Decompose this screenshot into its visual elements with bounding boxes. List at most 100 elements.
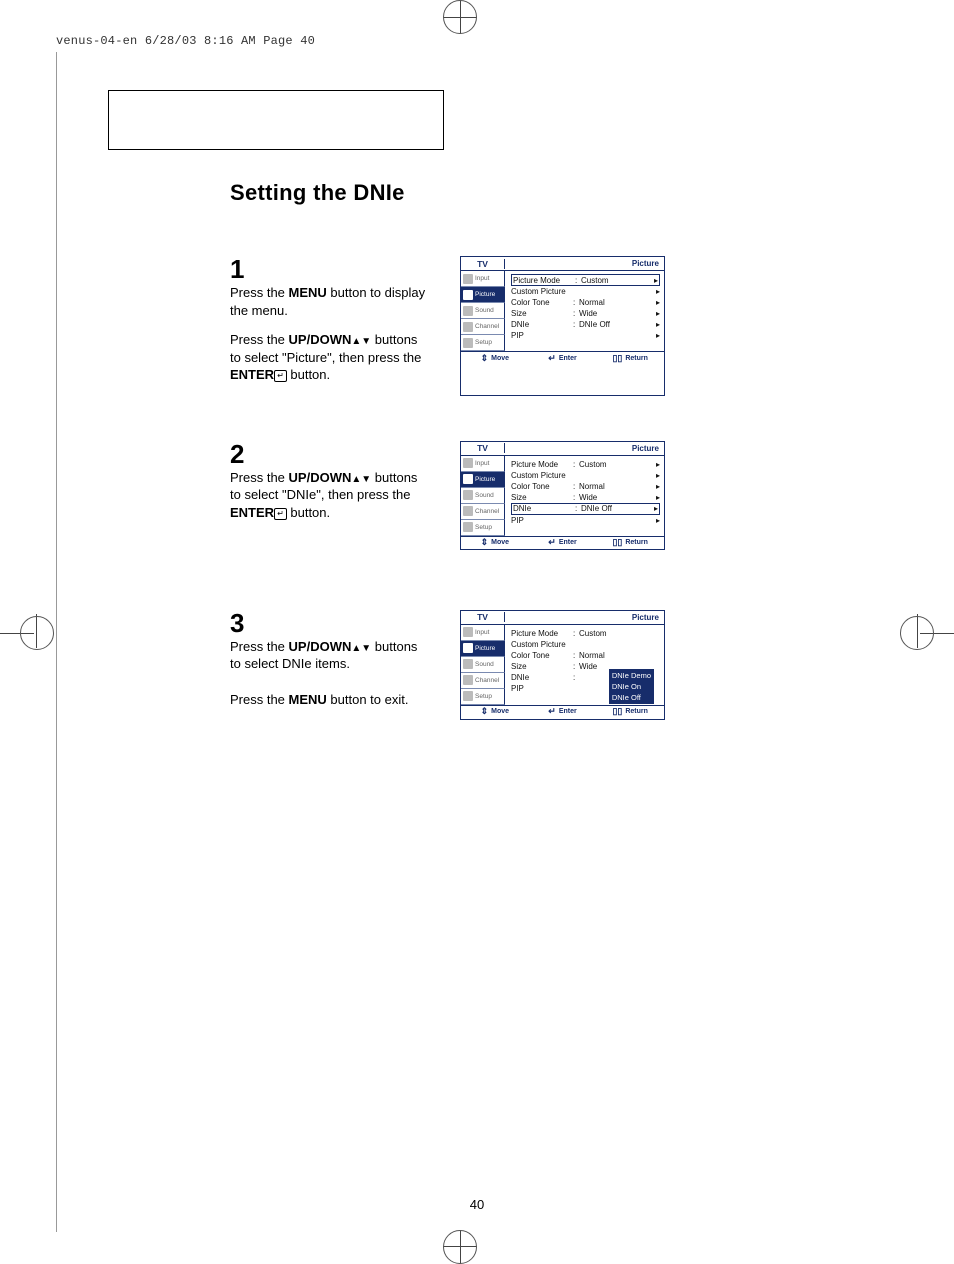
lbl: PIP	[511, 684, 573, 693]
step-number: 3	[230, 610, 430, 636]
osd-tab-picture[interactable]: Picture	[461, 287, 505, 303]
osd-row-pip[interactable]: PIP▸	[511, 515, 660, 526]
osd-foot-return: ▯▯Return	[596, 706, 664, 717]
updown-arrows-icon: ▲▼	[351, 336, 371, 347]
chevron-right-icon: ▸	[652, 471, 660, 480]
txt: button.	[287, 367, 330, 382]
osd-row-color-tone[interactable]: Color Tone:Normal	[511, 650, 660, 661]
dropdown-item[interactable]: DNIe Off	[612, 692, 651, 703]
picture-icon	[463, 290, 473, 300]
lbl: Enter	[559, 355, 577, 362]
txt: Press the	[230, 639, 289, 654]
osd-tv-label: TV	[461, 443, 505, 453]
osd-row-color-tone[interactable]: Color Tone:Normal▸	[511, 297, 660, 308]
osd-row-size[interactable]: Size:Wide▸	[511, 492, 660, 503]
txt: button to exit.	[327, 692, 409, 707]
lbl: Picture	[475, 291, 495, 298]
lbl: Move	[491, 539, 509, 546]
osd-footer: ⇕Move ↵Enter ▯▯Return	[461, 351, 664, 364]
osd-tab-setup[interactable]: Setup	[461, 335, 505, 351]
lbl: Picture	[475, 476, 495, 483]
osd-tab-input[interactable]: Input	[461, 456, 505, 472]
step-3: 3 Press the UP/DOWN▲▼ buttons to select …	[230, 610, 864, 721]
enter-icon: ↵	[548, 706, 556, 717]
osd-row-dnie[interactable]: DNIe:DNIe Off▸	[511, 319, 660, 330]
osd-row-picture-mode[interactable]: Picture Mode:Custom	[511, 628, 660, 639]
osd-tab-sound[interactable]: Sound	[461, 488, 505, 504]
lbl: Channel	[475, 677, 499, 684]
lbl: PIP	[511, 331, 573, 340]
txt-bold: UP/DOWN	[289, 639, 352, 654]
osd-tab-picture[interactable]: Picture	[461, 641, 505, 657]
osd-row-color-tone[interactable]: Color Tone:Normal▸	[511, 481, 660, 492]
osd-section-title: Picture	[505, 259, 664, 268]
osd-tab-picture[interactable]: Picture	[461, 472, 505, 488]
return-icon: ▯▯	[612, 537, 622, 548]
osd-header: TV Picture	[461, 442, 664, 456]
txt-bold: ENTER	[230, 367, 274, 382]
osd-tab-channel[interactable]: Channel	[461, 504, 505, 520]
lbl: Enter	[559, 708, 577, 715]
txt-bold: UP/DOWN	[289, 470, 352, 485]
osd-foot-return: ▯▯Return	[596, 353, 664, 364]
crop-mark	[443, 1230, 477, 1264]
osd-footer: ⇕Move ↵Enter ▯▯Return	[461, 536, 664, 549]
page-title: Setting the DNIe	[230, 180, 864, 206]
osd-tab-input[interactable]: Input	[461, 271, 505, 287]
lbl: Picture	[475, 645, 495, 652]
osd-foot-enter: ↵Enter	[529, 353, 597, 364]
lbl: Channel	[475, 508, 499, 515]
osd-list: Picture Mode:Custom▸ Custom Picture▸ Col…	[505, 271, 664, 351]
chevron-right-icon: ▸	[652, 309, 660, 318]
sound-icon	[463, 490, 473, 500]
picture-icon	[463, 643, 473, 653]
page: venus-04-en 6/28/03 8:16 AM Page 40 Sett…	[0, 0, 954, 1264]
input-icon	[463, 458, 473, 468]
osd-tab-setup[interactable]: Setup	[461, 689, 505, 705]
osd-dnie-dropdown[interactable]: DNIe Demo DNIe On DNIe Off	[609, 669, 654, 704]
frame-line	[56, 52, 57, 1232]
osd-foot-move: ⇕Move	[461, 706, 529, 717]
lbl: Sound	[475, 661, 494, 668]
osd-tab-sound[interactable]: Sound	[461, 303, 505, 319]
osd-row-custom-picture[interactable]: Custom Picture▸	[511, 286, 660, 297]
input-icon	[463, 274, 473, 284]
osd-row-size[interactable]: Size:Wide▸	[511, 308, 660, 319]
dropdown-item[interactable]: DNIe Demo	[612, 670, 651, 681]
osd-row-picture-mode[interactable]: Picture Mode:Custom▸	[511, 459, 660, 470]
return-icon: ▯▯	[612, 706, 622, 717]
step-2-text: 2 Press the UP/DOWN▲▼ buttons to select …	[230, 441, 430, 550]
osd-row-picture-mode[interactable]: Picture Mode:Custom▸	[511, 274, 660, 286]
val: Normal	[579, 482, 652, 491]
txt-bold: ENTER	[230, 505, 274, 520]
osd-tab-channel[interactable]: Channel	[461, 673, 505, 689]
enter-icon: ↵	[548, 353, 556, 364]
osd-tab-sound[interactable]: Sound	[461, 657, 505, 673]
osd-row-custom-picture[interactable]: Custom Picture	[511, 639, 660, 650]
osd-tab-channel[interactable]: Channel	[461, 319, 505, 335]
chevron-right-icon: ▸	[652, 482, 660, 491]
val: Custom	[581, 276, 650, 285]
osd-row-pip[interactable]: PIP▸	[511, 330, 660, 341]
osd-screenshot-2: TV Picture Input Picture Sound Channel S…	[460, 441, 665, 550]
lbl: Color Tone	[511, 651, 573, 660]
chevron-right-icon: ▸	[652, 287, 660, 296]
txt: Press the	[230, 692, 289, 707]
osd-section-title: Picture	[505, 444, 664, 453]
osd-row-custom-picture[interactable]: Custom Picture▸	[511, 470, 660, 481]
setup-icon	[463, 522, 473, 532]
channel-icon	[463, 675, 473, 685]
dropdown-item[interactable]: DNIe On	[612, 681, 651, 692]
lbl: Channel	[475, 323, 499, 330]
osd-foot-move: ⇕Move	[461, 537, 529, 548]
osd-tab-input[interactable]: Input	[461, 625, 505, 641]
val: DNIe Off	[579, 320, 652, 329]
osd-row-dnie[interactable]: DNIe:DNIe Off▸	[511, 503, 660, 515]
content: Setting the DNIe 1 Press the MENU button…	[90, 90, 864, 765]
crop-mark	[443, 0, 477, 34]
osd-section-title: Picture	[505, 613, 664, 622]
updown-arrows-icon: ▲▼	[351, 474, 371, 485]
osd-tab-setup[interactable]: Setup	[461, 520, 505, 536]
setup-icon	[463, 338, 473, 348]
val: Custom	[579, 629, 652, 638]
